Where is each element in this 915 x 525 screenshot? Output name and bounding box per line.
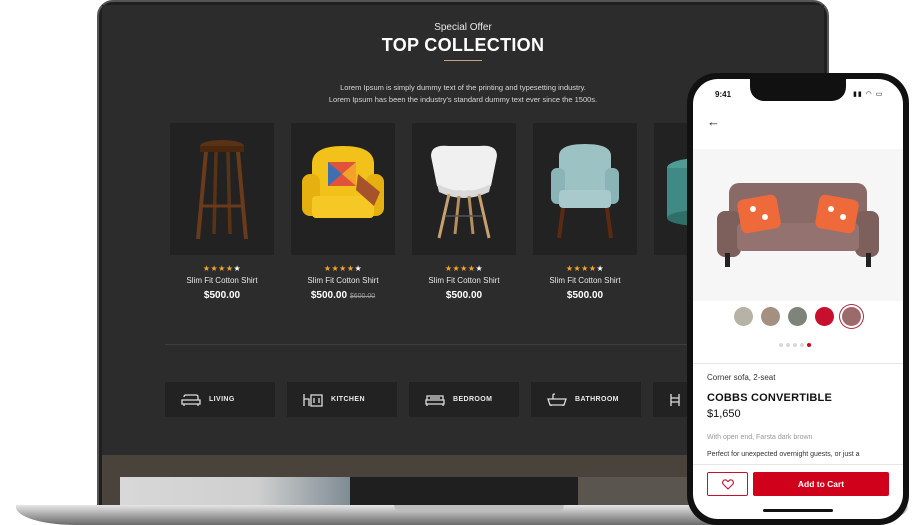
pagination-dot[interactable]	[793, 343, 797, 347]
color-swatch[interactable]	[761, 307, 780, 326]
divider	[693, 464, 903, 465]
product-image-yellow-armchair[interactable]	[291, 123, 395, 255]
product-name[interactable]: Slim Fit Cotton Shirt	[291, 276, 395, 285]
product-price: $1,650	[707, 408, 741, 420]
pagination-dot[interactable]	[786, 343, 790, 347]
product-description: Perfect for unexpected overnight guests,…	[707, 451, 860, 458]
color-swatch[interactable]	[734, 307, 753, 326]
color-swatch[interactable]	[815, 307, 834, 326]
banner-image	[120, 477, 350, 505]
product-category: Corner sofa, 2-seat	[707, 373, 776, 382]
back-arrow-icon[interactable]: ←	[707, 114, 720, 129]
product-image-teal-armchair[interactable]	[533, 123, 637, 255]
phone-screen: 9:41 ▮▮ ◠ ▭ ← Corner sofa, 2-seat COBBS …	[693, 79, 903, 519]
phone-frame: 9:41 ▮▮ ◠ ▭ ← Corner sofa, 2-seat COBBS …	[687, 73, 909, 525]
category-label: BATHROOM	[575, 396, 619, 403]
bed-icon	[425, 394, 445, 406]
bathtub-icon	[547, 392, 567, 406]
product-price: $500.00	[445, 290, 483, 301]
product-card[interactable]: ★★★★★ Slim Fit Cotton Shirt $500.00	[533, 123, 637, 301]
rating-stars: ★★★★★	[444, 264, 484, 273]
color-swatches	[734, 307, 861, 326]
home-indicator	[763, 509, 833, 512]
product-price: $500.00	[203, 290, 241, 301]
category-bedroom[interactable]: BEDROOM	[409, 382, 519, 417]
signal-wifi-battery-icon: ▮▮ ◠ ▭	[853, 91, 884, 98]
laptop-hinge-notch	[394, 505, 564, 511]
category-label: BEDROOM	[453, 396, 493, 403]
office-icon	[670, 393, 680, 406]
product-name[interactable]: Slim Fit Cotton Shirt	[412, 276, 516, 285]
heart-icon	[721, 478, 734, 490]
product-title: COBBS CONVERTIBLE	[707, 392, 833, 404]
kitchen-icon	[303, 393, 323, 407]
category-label: KITCHEN	[331, 396, 365, 403]
divider	[693, 363, 903, 364]
product-subtitle: With open end, Farsta dark brown	[707, 434, 813, 441]
product-image-sofa[interactable]	[693, 149, 903, 301]
color-swatch[interactable]	[788, 307, 807, 326]
title-underline	[444, 60, 482, 61]
product-image-bar-stool[interactable]	[170, 123, 274, 255]
product-name[interactable]: Slim Fit Cotton Shirt	[170, 276, 274, 285]
sofa-icon	[181, 393, 201, 406]
image-pagination	[779, 343, 811, 347]
wishlist-button[interactable]	[707, 472, 748, 496]
banner-image	[350, 477, 578, 505]
section-subtitle: Special Offer	[434, 22, 492, 33]
product-price: $500.00	[566, 290, 604, 301]
product-name[interactable]: Slim Fit Cotton Shirt	[533, 276, 637, 285]
product-price: $500.00 $600.00	[310, 290, 376, 301]
pagination-dot[interactable]	[779, 343, 783, 347]
rating-stars: ★★★★★	[323, 264, 363, 273]
product-card[interactable]: ★★★★★ Slim Fit Cotton Shirt $500.00	[412, 123, 516, 301]
category-bathroom[interactable]: BATHROOM	[531, 382, 641, 417]
product-image-white-shell-chair[interactable]	[412, 123, 516, 255]
rating-stars: ★★★★★	[202, 264, 242, 273]
status-time: 9:41	[715, 90, 732, 99]
pagination-dot-active[interactable]	[807, 343, 811, 347]
color-swatch-selected[interactable]	[842, 307, 861, 326]
product-card[interactable]: ★★★★★ Slim Fit Cotton Shirt $500.00	[170, 123, 274, 301]
phone-notch	[750, 79, 846, 101]
section-divider	[165, 344, 765, 345]
product-card[interactable]: ★★★★★ Slim Fit Cotton Shirt $500.00 $600…	[291, 123, 395, 301]
category-living[interactable]: LIVING	[165, 382, 275, 417]
rating-stars: ★★★★★	[565, 264, 605, 273]
pagination-dot[interactable]	[800, 343, 804, 347]
section-title: TOP COLLECTION	[381, 35, 545, 55]
old-price: $600.00	[349, 293, 376, 300]
category-kitchen[interactable]: KITCHEN	[287, 382, 397, 417]
stage: Special Offer TOP COLLECTION Lorem Ipsum…	[0, 0, 915, 525]
add-to-cart-button[interactable]: Add to Cart	[753, 472, 889, 496]
category-label: LIVING	[209, 396, 235, 403]
